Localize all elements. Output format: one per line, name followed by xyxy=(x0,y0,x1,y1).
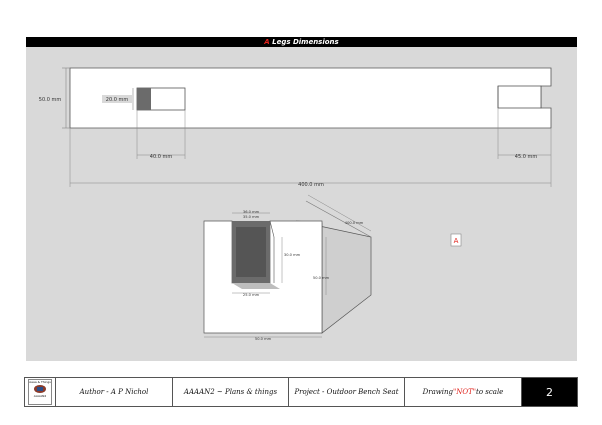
project-cell: Project - Outdoor Bench Seat xyxy=(289,378,405,406)
not-to-scale-flag: "NOT" xyxy=(453,388,476,396)
iso-dim-d: 30.0 mm xyxy=(284,253,301,257)
slot-depth-label: 20.0 mm xyxy=(106,97,129,103)
technical-drawing: 50.0 mm 20.0 mm 40.0 mm 45.0 mm 400.0 mm xyxy=(37,67,552,341)
scale-note-cell: Drawing "NOT" to scale xyxy=(405,378,522,406)
logo-cell: Aaaa & Things AAAAN2 xyxy=(25,378,56,406)
logo-emblem-icon xyxy=(34,385,46,393)
total-length-label: 400.0 mm xyxy=(298,182,324,188)
end-notch xyxy=(497,85,542,109)
iso-dim-f: 25.0 mm xyxy=(243,293,260,297)
height-dimension-label: 50.0 mm xyxy=(39,97,62,103)
isometric-view: 36.0 mm 35.0 mm 400.0 mm 30.0 mm 50.0 mm… xyxy=(203,194,372,341)
brand-cell: AAAAN2 ~ Plans & things xyxy=(173,378,289,406)
author-cell: Author - A P Nichol xyxy=(56,378,173,406)
page-number: 2 xyxy=(522,378,577,406)
drawing-title-bar: A Legs Dimensions xyxy=(26,37,577,47)
top-view: 50.0 mm 20.0 mm 40.0 mm 45.0 mm 400.0 mm xyxy=(37,67,552,188)
title-text: Legs Dimensions xyxy=(269,38,339,46)
drawing-canvas: 50.0 mm 20.0 mm 40.0 mm 45.0 mm 400.0 mm xyxy=(26,47,577,361)
iso-dim-b: 35.0 mm xyxy=(243,215,260,219)
brand-logo: Aaaa & Things AAAAN2 xyxy=(28,379,52,405)
slot-width-label: 40.0 mm xyxy=(150,154,173,160)
iso-dim-e: 50.0 mm xyxy=(313,276,330,280)
part-marker-label: A xyxy=(454,237,459,245)
part-marker-box: A xyxy=(450,233,462,247)
iso-dim-g: 50.0 mm xyxy=(255,337,272,341)
iso-dim-c: 400.0 mm xyxy=(345,221,364,225)
title-block: Aaaa & Things AAAAN2 Author - A P Nichol… xyxy=(24,377,578,407)
iso-dim-a: 36.0 mm xyxy=(243,210,260,214)
notch-length-label: 45.0 mm xyxy=(515,154,538,160)
mortise-slot-shadow xyxy=(137,88,151,110)
